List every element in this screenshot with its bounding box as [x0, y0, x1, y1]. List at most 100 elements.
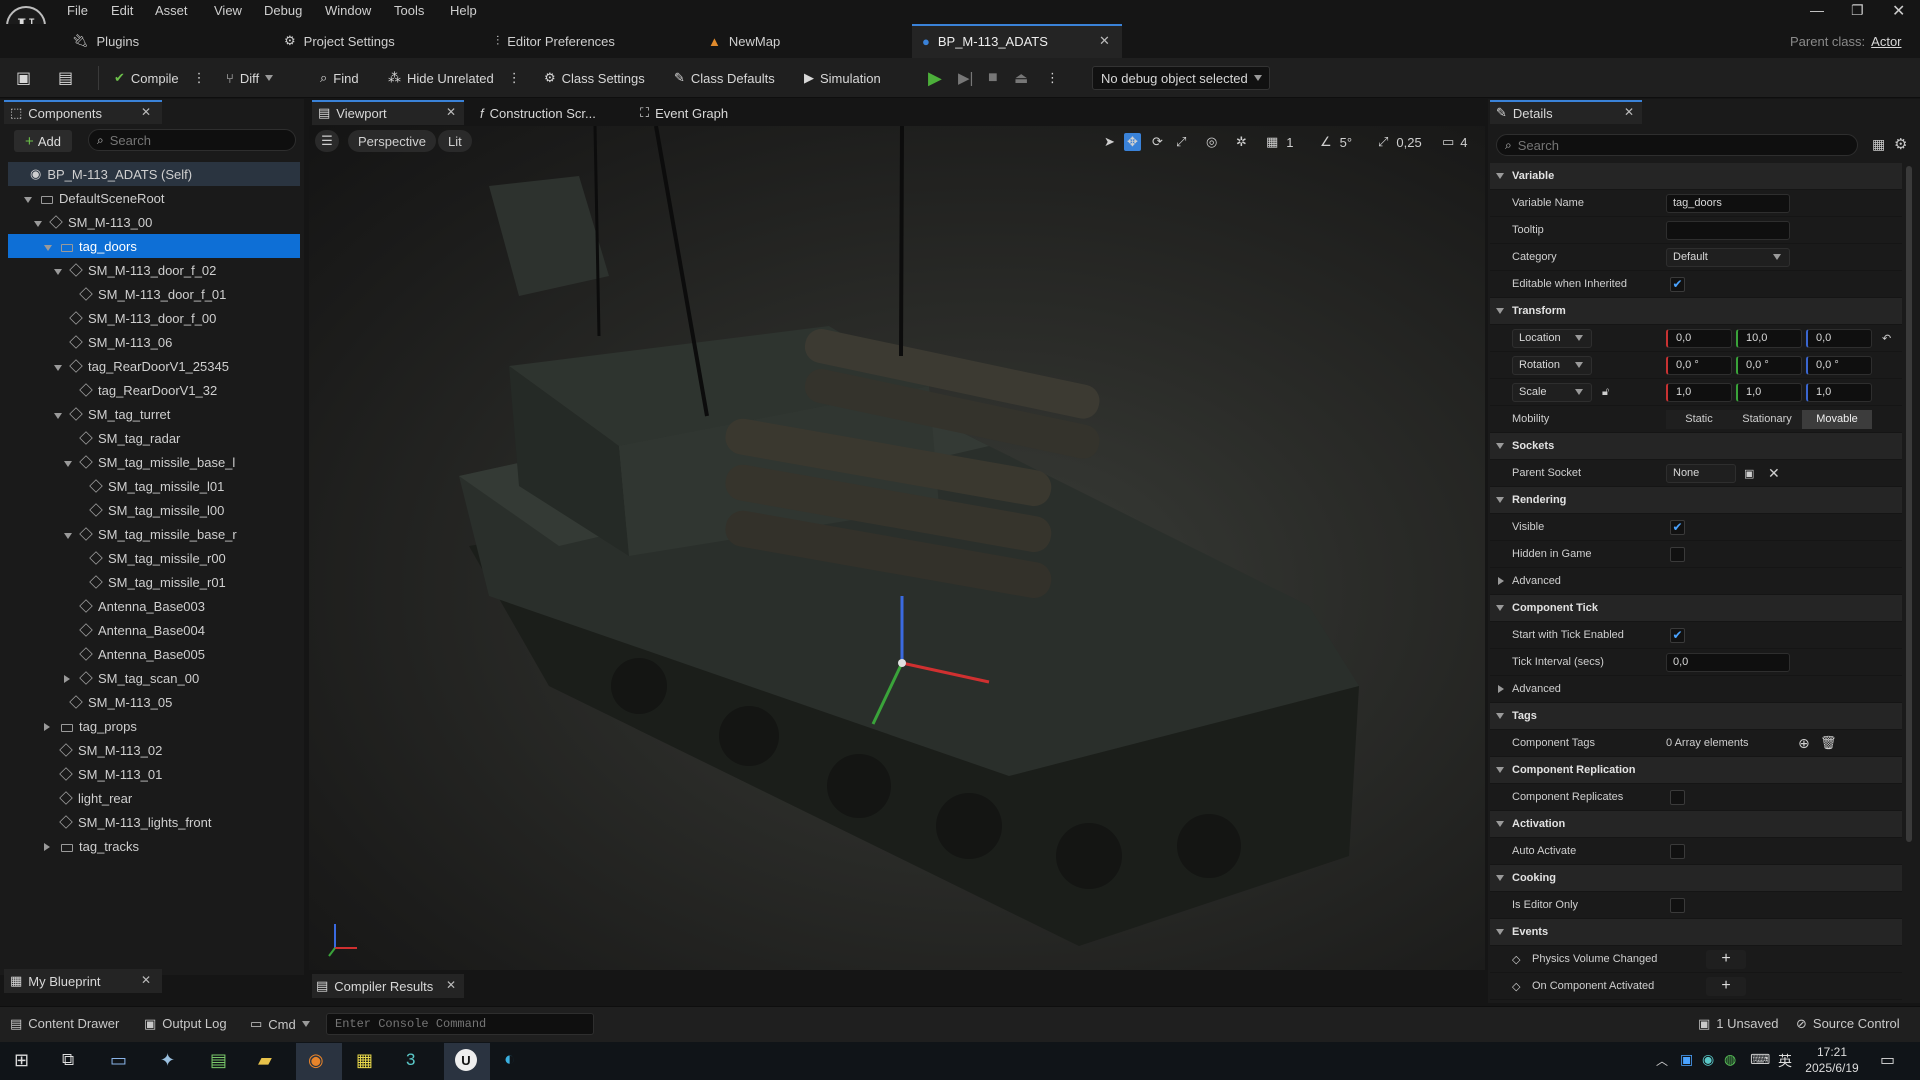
rotation-x[interactable]: 0,0 °: [1666, 355, 1732, 375]
add-element-icon[interactable]: ⊕: [1798, 735, 1810, 752]
app-icon-notes[interactable]: ▤: [210, 1050, 227, 1071]
rotation-z[interactable]: 0,0 °: [1806, 355, 1872, 375]
tab-editor-preferences[interactable]: ⫶ Editor Preferences: [496, 28, 615, 54]
tab-plugins[interactable]: 🔌︎ Plugins: [72, 28, 139, 54]
category-dropdown[interactable]: Default: [1666, 247, 1790, 267]
tree-item[interactable]: Antenna_Base005: [64, 642, 205, 666]
grid-snap-button[interactable]: ▦ 1: [1266, 133, 1294, 151]
chevron-down-icon[interactable]: [54, 263, 64, 278]
clock[interactable]: 17:21 2025/6/19: [1800, 1044, 1864, 1076]
diff-button[interactable]: ⑂ Diff: [226, 66, 274, 90]
start-tick-checkbox[interactable]: ✔: [1670, 627, 1685, 643]
tree-item[interactable]: tag_doors: [44, 234, 137, 258]
more-options-icon[interactable]: ⋮: [1046, 66, 1059, 90]
task-view-icon[interactable]: ⧉: [62, 1050, 74, 1070]
chevron-down-icon[interactable]: [34, 215, 44, 230]
menu-edit[interactable]: Edit: [111, 3, 133, 18]
location-z[interactable]: 0,0: [1806, 328, 1872, 348]
chevron-down-icon[interactable]: [64, 527, 74, 542]
tree-item[interactable]: ◉ BP_M-113_ADATS (Self): [14, 162, 192, 186]
close-icon[interactable]: ✕: [1624, 105, 1634, 119]
tab-viewport[interactable]: ▤ Viewport: [318, 101, 387, 125]
step-icon[interactable]: ▶|: [958, 66, 973, 90]
visible-checkbox[interactable]: ✔: [1670, 519, 1685, 535]
class-defaults-button[interactable]: ✎ Class Defaults: [674, 66, 775, 90]
select-tool-icon[interactable]: ➤: [1104, 133, 1115, 151]
section-activation[interactable]: Activation: [1490, 811, 1902, 838]
chevron-down-icon[interactable]: [44, 239, 54, 254]
replicates-checkbox[interactable]: [1670, 789, 1685, 805]
lit-button[interactable]: Lit: [438, 130, 472, 152]
chevron-right-icon[interactable]: [44, 719, 54, 734]
tree-item[interactable]: SM_M-113_01: [44, 762, 162, 786]
tree-item[interactable]: SM_tag_turret: [54, 402, 170, 426]
ime-indicator[interactable]: 英: [1778, 1051, 1792, 1071]
section-transform[interactable]: Transform: [1490, 298, 1902, 325]
table-view-icon[interactable]: ▦: [1872, 136, 1885, 153]
location-x[interactable]: 0,0: [1666, 328, 1732, 348]
editable-checkbox[interactable]: ✔: [1670, 276, 1685, 292]
lock-icon[interactable]: 🔓︎: [1602, 386, 1609, 399]
components-search-input[interactable]: [109, 132, 270, 148]
find-button[interactable]: ⌕ Find: [320, 66, 359, 90]
app-icon-3[interactable]: 3: [406, 1050, 415, 1070]
debug-object-dropdown[interactable]: No debug object selected: [1092, 66, 1270, 90]
add-component-button[interactable]: + Add: [14, 130, 72, 152]
section-rendering[interactable]: Rendering: [1490, 487, 1902, 514]
tree-item[interactable]: SM_tag_missile_base_l: [64, 450, 235, 474]
tree-item[interactable]: SM_M-113_door_f_00: [54, 306, 216, 330]
camera-speed-button[interactable]: ▭ 4: [1442, 133, 1468, 151]
rotation-y[interactable]: 0,0 °: [1736, 355, 1802, 375]
tab-event-graph[interactable]: ⛶ Event Graph: [640, 101, 728, 125]
tab-newmap[interactable]: ▲ NewMap: [708, 28, 780, 54]
tree-item[interactable]: light_rear: [44, 786, 132, 810]
tab-bp-m113-adats[interactable]: ● BP_M-113_ADATS: [922, 28, 1048, 54]
content-drawer-button[interactable]: ▤ Content Drawer: [10, 1016, 119, 1032]
unreal-taskbar-icon[interactable]: U: [455, 1049, 477, 1071]
rotation-dropdown[interactable]: Rotation: [1512, 355, 1592, 375]
close-tab-icon[interactable]: ✕: [1099, 33, 1110, 49]
restore-icon[interactable]: ❐: [1851, 2, 1864, 19]
chevron-right-icon[interactable]: [64, 671, 74, 686]
tree-item[interactable]: DefaultSceneRoot: [24, 186, 165, 210]
chevron-right-icon[interactable]: [44, 839, 54, 854]
tree-item[interactable]: tag_RearDoorV1_32: [64, 378, 217, 402]
parent-class-link[interactable]: Actor: [1871, 34, 1901, 49]
chevron-down-icon[interactable]: [64, 455, 74, 470]
more-options-icon[interactable]: ⋮: [508, 70, 521, 86]
location-y[interactable]: 10,0: [1736, 328, 1802, 348]
mobility-movable[interactable]: Movable: [1802, 409, 1872, 429]
tab-details[interactable]: ✎ Details: [1496, 101, 1553, 125]
location-dropdown[interactable]: Location: [1512, 328, 1592, 348]
tab-components[interactable]: ⬚ Components: [10, 101, 102, 125]
parent-socket-field[interactable]: None: [1666, 463, 1736, 483]
details-search-input[interactable]: [1517, 137, 1818, 153]
app-icon-files[interactable]: ▭: [110, 1050, 127, 1071]
class-settings-button[interactable]: ⚙ Class Settings: [544, 66, 645, 90]
add-event-button[interactable]: +: [1706, 949, 1746, 969]
section-cooking[interactable]: Cooking: [1490, 865, 1902, 892]
row-tick-advanced[interactable]: Advanced: [1490, 676, 1902, 703]
section-component-tick[interactable]: Component Tick: [1490, 595, 1902, 622]
tab-construction-script[interactable]: f Construction Scr...: [480, 101, 596, 125]
close-icon[interactable]: ✕: [446, 105, 456, 119]
variable-name-field[interactable]: tag_doors: [1666, 193, 1790, 213]
tray-wechat-icon[interactable]: ◍: [1724, 1051, 1736, 1068]
notification-icon[interactable]: ▭: [1880, 1050, 1895, 1070]
tree-item[interactable]: SM_M-113_06: [54, 330, 172, 354]
tree-item[interactable]: SM_M-113_05: [54, 690, 172, 714]
menu-tools[interactable]: Tools: [394, 3, 424, 18]
surface-snap-icon[interactable]: ✲: [1236, 133, 1247, 151]
viewport-menu-button[interactable]: ☰: [315, 130, 339, 152]
source-control-button[interactable]: ⊘ Source Control: [1796, 1016, 1900, 1032]
unsaved-indicator[interactable]: ▣ 1 Unsaved: [1698, 1016, 1778, 1032]
app-icon-bird[interactable]: ✦: [160, 1050, 175, 1071]
reset-icon[interactable]: ↶: [1882, 332, 1891, 345]
tab-my-blueprint[interactable]: ▦ My Blueprint: [10, 969, 101, 993]
stop-icon[interactable]: ■: [988, 66, 998, 90]
section-sockets[interactable]: Sockets: [1490, 433, 1902, 460]
scale-x[interactable]: 1,0: [1666, 382, 1732, 402]
chevron-down-icon[interactable]: [54, 407, 64, 422]
scale-dropdown[interactable]: Scale: [1512, 382, 1592, 402]
folder-icon[interactable]: ▰: [258, 1050, 272, 1071]
